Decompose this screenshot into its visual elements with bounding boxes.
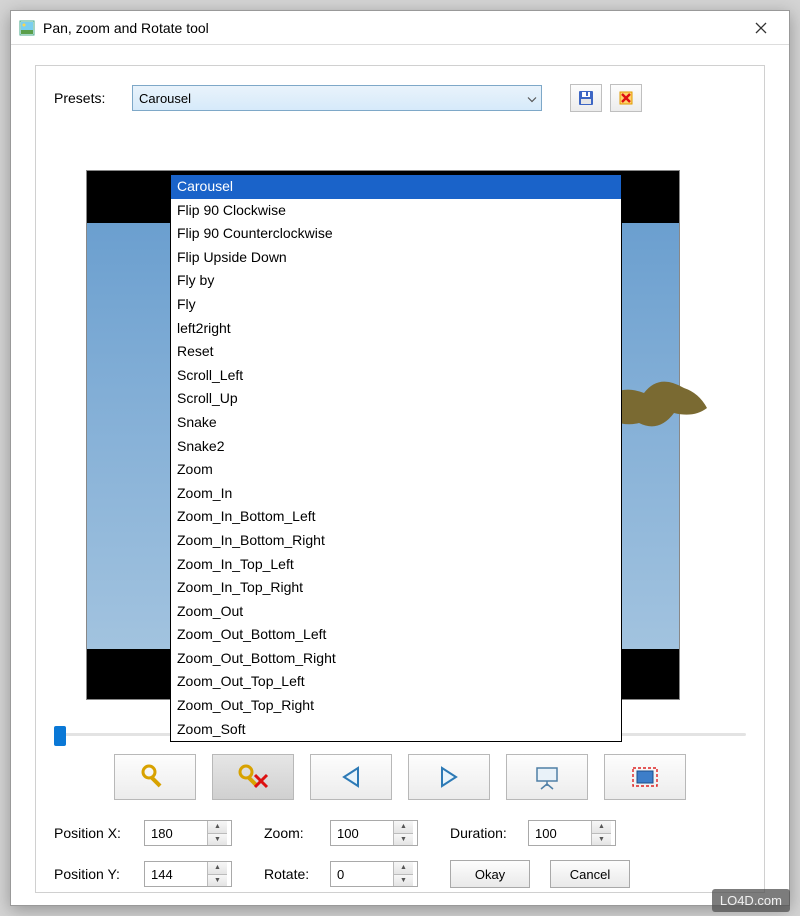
window-close-button[interactable]	[741, 15, 781, 41]
preset-option[interactable]: Fly by	[171, 269, 621, 293]
preset-option[interactable]: Snake	[171, 411, 621, 435]
posx-input[interactable]: ▲▼	[144, 820, 232, 846]
preset-option[interactable]: Zoom_Out	[171, 600, 621, 624]
preset-option[interactable]: Zoom_In_Top_Left	[171, 553, 621, 577]
posx-spinner[interactable]: ▲▼	[207, 821, 227, 845]
watermark: LO4D.com	[712, 889, 790, 912]
preset-option[interactable]: Carousel	[171, 175, 621, 199]
preset-option[interactable]: left2right	[171, 317, 621, 341]
window-title: Pan, zoom and Rotate tool	[43, 20, 741, 36]
preset-option[interactable]: Zoom_Soft	[171, 718, 621, 742]
present-icon	[533, 764, 561, 790]
preset-option[interactable]: Zoom_Out_Top_Left	[171, 670, 621, 694]
presets-label: Presets:	[54, 90, 124, 106]
preset-option[interactable]: Zoom_Out_Bottom_Left	[171, 623, 621, 647]
remove-keyframe-button[interactable]	[212, 754, 294, 800]
okay-button[interactable]: Okay	[450, 860, 530, 888]
preset-option[interactable]: Zoom	[171, 458, 621, 482]
chevron-down-icon	[527, 91, 537, 106]
duration-field[interactable]	[529, 821, 591, 845]
fields-row-1: Position X: ▲▼ Zoom: ▲▼ Duration: ▲▼	[54, 820, 746, 846]
preset-option[interactable]: Flip 90 Clockwise	[171, 199, 621, 223]
preset-option[interactable]: Zoom_Out_Top_Right	[171, 694, 621, 718]
preset-option[interactable]: Reset	[171, 340, 621, 364]
preset-option[interactable]: Zoom_In_Bottom_Left	[171, 505, 621, 529]
prev-frame-button[interactable]	[310, 754, 392, 800]
dialog-content: Presets: Carousel	[35, 65, 765, 893]
presets-combo[interactable]: Carousel	[132, 85, 542, 111]
preset-option[interactable]: Zoom_In	[171, 482, 621, 506]
duration-spinner[interactable]: ▲▼	[591, 821, 611, 845]
posy-spinner[interactable]: ▲▼	[207, 862, 227, 886]
zoom-field[interactable]	[331, 821, 393, 845]
zoom-input[interactable]: ▲▼	[330, 820, 418, 846]
zoom-spinner[interactable]: ▲▼	[393, 821, 413, 845]
presets-selected: Carousel	[139, 91, 191, 106]
preset-option[interactable]: Zoom_Out_Bottom_Right	[171, 647, 621, 671]
preset-option[interactable]: Snake2	[171, 435, 621, 459]
rotate-input[interactable]: ▲▼	[330, 861, 418, 887]
posy-field[interactable]	[145, 862, 207, 886]
preset-option[interactable]: Scroll_Up	[171, 387, 621, 411]
add-keyframe-button[interactable]	[114, 754, 196, 800]
delete-icon	[617, 89, 635, 107]
delete-preset-button[interactable]	[610, 84, 642, 112]
next-icon	[436, 764, 462, 790]
duration-label: Duration:	[450, 825, 520, 841]
preset-option[interactable]: Flip 90 Counterclockwise	[171, 222, 621, 246]
zoom-label: Zoom:	[264, 825, 322, 841]
prev-icon	[338, 764, 364, 790]
rotate-label: Rotate:	[264, 866, 322, 882]
fit-screen-button[interactable]	[604, 754, 686, 800]
save-icon	[577, 89, 595, 107]
rotate-spinner[interactable]: ▲▼	[393, 862, 413, 886]
title-bar: Pan, zoom and Rotate tool	[11, 11, 789, 45]
presentation-button[interactable]	[506, 754, 588, 800]
next-frame-button[interactable]	[408, 754, 490, 800]
preset-option[interactable]: Zoom_In_Bottom_Right	[171, 529, 621, 553]
key-remove-icon	[237, 763, 269, 791]
cancel-button[interactable]: Cancel	[550, 860, 630, 888]
dialog-window: Pan, zoom and Rotate tool Presets: Carou…	[10, 10, 790, 906]
toolbar	[36, 754, 764, 800]
posx-label: Position X:	[54, 825, 136, 841]
save-preset-button[interactable]	[570, 84, 602, 112]
posy-label: Position Y:	[54, 866, 136, 882]
presets-row: Presets: Carousel	[54, 84, 746, 112]
presets-dropdown[interactable]: CarouselFlip 90 ClockwiseFlip 90 Counter…	[170, 174, 622, 742]
preset-option[interactable]: Flip Upside Down	[171, 246, 621, 270]
posy-input[interactable]: ▲▼	[144, 861, 232, 887]
close-icon	[755, 22, 767, 34]
key-add-icon	[140, 763, 170, 791]
preset-option[interactable]: Scroll_Left	[171, 364, 621, 388]
posx-field[interactable]	[145, 821, 207, 845]
preset-option[interactable]: Zoom_In_Top_Right	[171, 576, 621, 600]
rotate-field[interactable]	[331, 862, 393, 886]
screen-icon	[630, 765, 660, 789]
slider-thumb[interactable]	[54, 726, 66, 746]
app-icon	[19, 20, 35, 36]
duration-input[interactable]: ▲▼	[528, 820, 616, 846]
fields-row-2: Position Y: ▲▼ Rotate: ▲▼ Okay Cancel	[54, 860, 746, 888]
preset-option[interactable]: Fly	[171, 293, 621, 317]
